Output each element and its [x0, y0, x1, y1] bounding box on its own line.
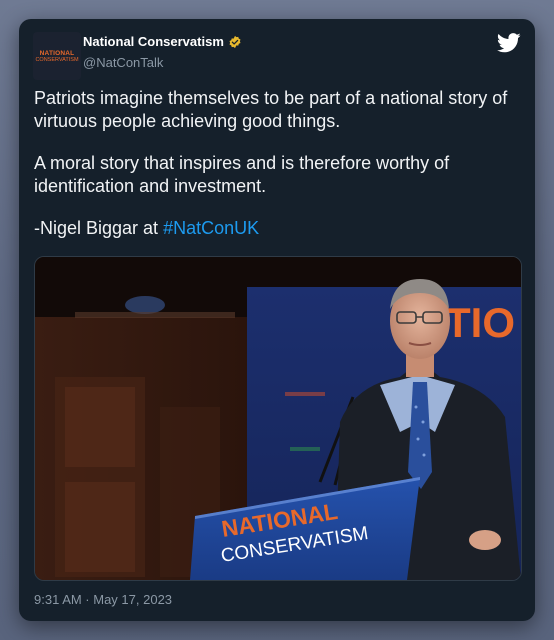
- account-handle[interactable]: @NatConTalk: [83, 55, 163, 70]
- tweet-card[interactable]: NATIONAL CONSERVATISM National Conservat…: [19, 19, 535, 621]
- avatar-text-line1: NATIONAL: [39, 49, 75, 57]
- twitter-bird-icon[interactable]: [497, 33, 521, 53]
- tweet-timestamp[interactable]: 9:31 AM · May 17, 2023: [34, 592, 172, 607]
- hashtag-link[interactable]: #NatConUK: [163, 218, 259, 238]
- verified-badge-icon: [229, 35, 241, 48]
- avatar[interactable]: NATIONAL CONSERVATISM: [33, 32, 81, 80]
- tweet-body: Patriots imagine themselves to be part o…: [34, 87, 524, 259]
- tweet-paragraph-2: A moral story that inspires and is there…: [34, 153, 450, 196]
- avatar-text-line2: CONSERVATISM: [35, 56, 79, 63]
- tweet-photo[interactable]: TIO NATIONAL CONSERVATISM: [34, 256, 522, 581]
- backdrop-text: TIO: [445, 299, 515, 346]
- display-name-row[interactable]: National Conservatism: [83, 34, 242, 49]
- tweet-paragraph-1: Patriots imagine themselves to be part o…: [34, 88, 508, 131]
- speaker-photo-illustration: TIO NATIONAL CONSERVATISM: [35, 257, 521, 580]
- tweet-attribution: -Nigel Biggar at #NatConUK: [34, 217, 524, 240]
- attribution-text: -Nigel Biggar at: [34, 218, 164, 238]
- display-name[interactable]: National Conservatism: [83, 34, 224, 49]
